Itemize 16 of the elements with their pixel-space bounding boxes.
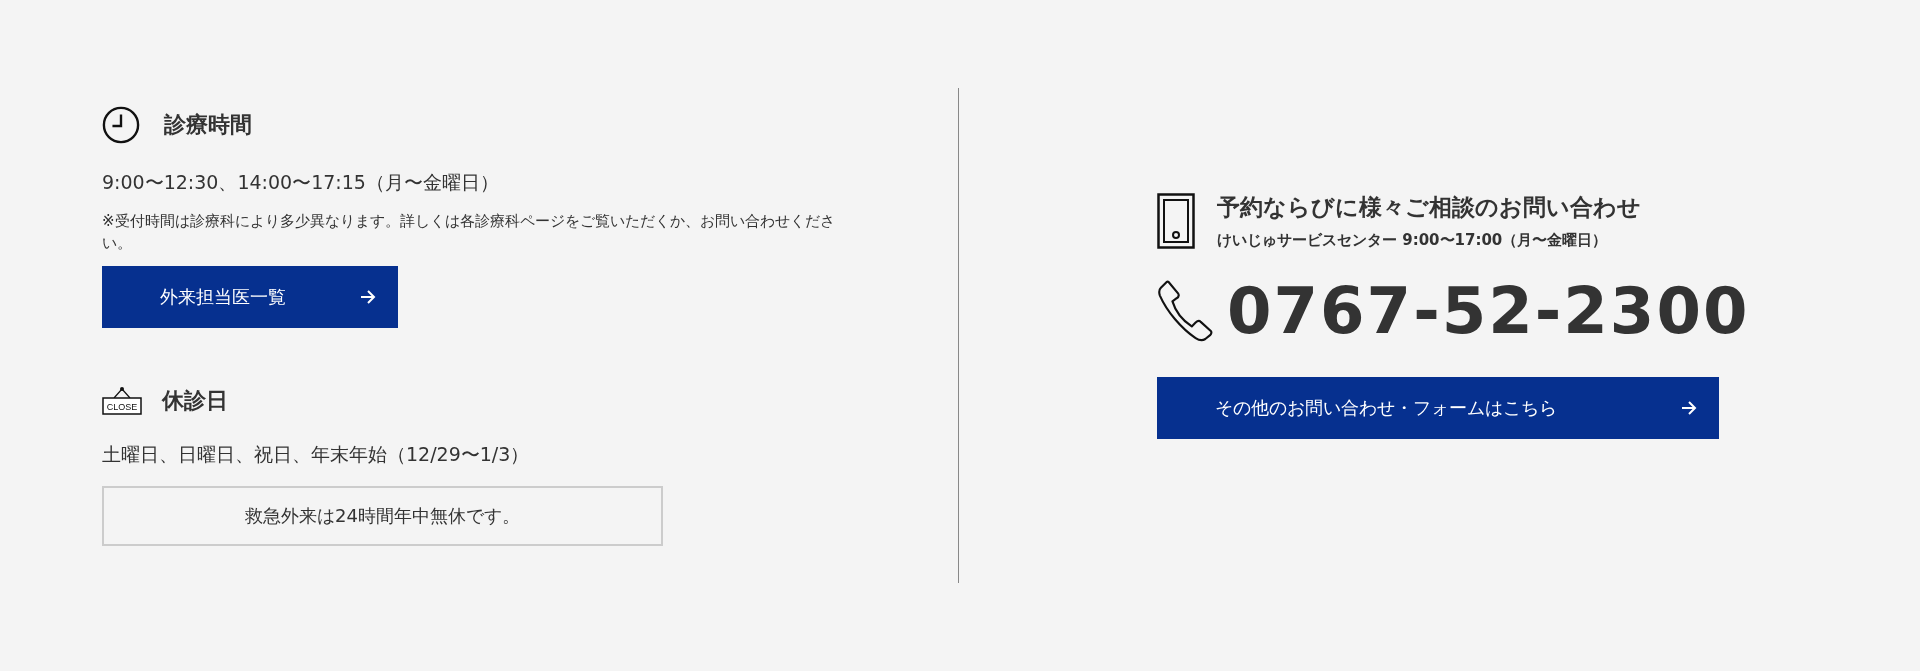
section-title: 休診日 (162, 387, 228, 415)
phone-number: 0767-52-2300 (1227, 276, 1750, 347)
contact-form-button[interactable]: その他のお問い合わせ・フォームはこちら (1157, 376, 1719, 439)
clock-icon (102, 106, 140, 144)
holidays-text: 土曜日、日曜日、祝日、年末年始（12/29〜1/3） (102, 442, 531, 467)
service-hours: けいじゅサービスセンター 9:00〜17:00（月〜金曜日） (1217, 231, 1609, 251)
arrow-icon (360, 290, 376, 304)
note-text: ※受付時間は診療科により多少異なります。詳しくは各診療科ページをご覧いただくか、お問い合わせください。 (102, 211, 836, 254)
arrow-icon (1681, 400, 1697, 415)
contact-title: 予約ならびに様々ご相談のお問い合わせ (1217, 193, 1641, 223)
emergency-notice: 救急外来は24時間年中無休です。 (102, 486, 663, 546)
section-title: 診療時間 (164, 111, 252, 139)
phone-device-icon (1157, 193, 1195, 250)
hours-text: 9:00〜12:30、14:00〜17:15（月〜金曜日） (102, 170, 500, 195)
doctors-button[interactable]: 外来担当医一覧 (102, 266, 398, 328)
phone-icon (1157, 280, 1213, 343)
